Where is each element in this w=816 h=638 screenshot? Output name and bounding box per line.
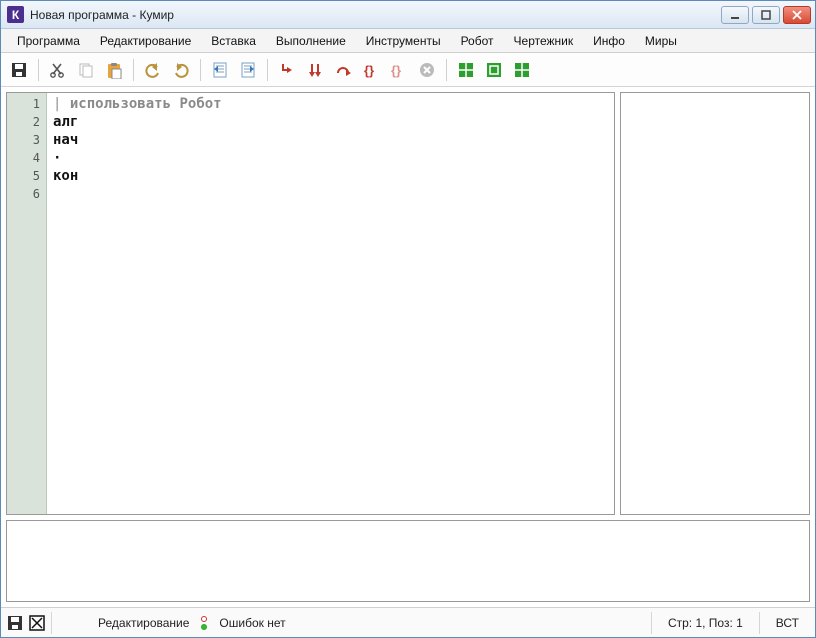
step-button[interactable] (303, 58, 327, 82)
cancel-icon[interactable] (29, 615, 45, 631)
paste-button[interactable] (102, 58, 126, 82)
menu-worlds[interactable]: Миры (635, 29, 687, 52)
separator (267, 59, 268, 81)
indent-left-button[interactable] (208, 58, 232, 82)
save-button[interactable] (7, 58, 31, 82)
gutter-line: 2 (7, 113, 46, 131)
run-to-line-button[interactable] (275, 58, 299, 82)
titlebar: К Новая программа - Кумир (1, 1, 815, 29)
menu-program[interactable]: Программа (7, 29, 90, 52)
gutter-line: 5 (7, 167, 46, 185)
step-out-button[interactable]: {} (387, 58, 411, 82)
separator (133, 59, 134, 81)
window-title: Новая программа - Кумир (30, 8, 721, 22)
separator (38, 59, 39, 81)
red-dot-icon (201, 616, 207, 622)
menu-run[interactable]: Выполнение (266, 29, 356, 52)
status-mode: Редактирование (98, 616, 189, 630)
statusbar: Редактирование Ошибок нет Стр: 1, Поз: 1… (1, 607, 815, 637)
separator (51, 612, 52, 634)
redo-button[interactable] (169, 58, 193, 82)
menu-insert[interactable]: Вставка (201, 29, 266, 52)
gutter: 123456 (7, 93, 47, 514)
separator (759, 612, 760, 634)
gutter-line: 3 (7, 131, 46, 149)
copy-button[interactable] (74, 58, 98, 82)
status-insert: ВСТ (766, 616, 809, 630)
save-icon[interactable] (7, 615, 23, 631)
code-line[interactable] (53, 185, 608, 203)
cut-button[interactable] (46, 58, 70, 82)
maximize-button[interactable] (752, 6, 780, 24)
app-icon: К (7, 6, 24, 23)
menu-robot[interactable]: Робот (451, 29, 504, 52)
code-line[interactable]: кон (53, 167, 608, 185)
svg-text:{}: {} (391, 63, 401, 78)
gutter-line: 1 (7, 95, 46, 113)
status-errors: Ошибок нет (219, 616, 285, 630)
separator (651, 612, 652, 634)
code-line[interactable]: алг (53, 113, 608, 131)
status-position: Стр: 1, Поз: 1 (658, 616, 753, 630)
step-into-button[interactable]: {} (359, 58, 383, 82)
workspace: 123456 | использовать Роботалгнач·кон (1, 87, 815, 607)
editor-row: 123456 | использовать Роботалгнач·кон (6, 92, 810, 515)
code-line[interactable]: нач (53, 131, 608, 149)
close-button[interactable] (783, 6, 811, 24)
green-dot-icon (201, 624, 207, 630)
stop-button[interactable] (415, 58, 439, 82)
window-controls (721, 6, 811, 24)
menu-draw[interactable]: Чертежник (504, 29, 584, 52)
grid-world-button[interactable] (454, 58, 478, 82)
grid-world2-button[interactable] (510, 58, 534, 82)
code-line[interactable]: · (53, 149, 608, 167)
code-area[interactable]: | использовать Роботалгнач·кон (47, 93, 614, 514)
side-panel[interactable] (620, 92, 810, 515)
undo-button[interactable] (141, 58, 165, 82)
separator (446, 59, 447, 81)
step-over-button[interactable] (331, 58, 355, 82)
window: К Новая программа - Кумир Программа Реда… (0, 0, 816, 638)
status-lights (197, 616, 211, 630)
menu-info[interactable]: Инфо (583, 29, 635, 52)
menu-edit[interactable]: Редактирование (90, 29, 201, 52)
gutter-line: 6 (7, 185, 46, 203)
minimize-button[interactable] (721, 6, 749, 24)
code-line[interactable]: | использовать Робот (53, 95, 608, 113)
svg-text:{}: {} (364, 63, 374, 78)
indent-right-button[interactable] (236, 58, 260, 82)
output-panel[interactable] (6, 520, 810, 602)
toolbar: {} {} (1, 53, 815, 87)
separator (200, 59, 201, 81)
square-world-button[interactable] (482, 58, 506, 82)
gutter-line: 4 (7, 149, 46, 167)
menubar: Программа Редактирование Вставка Выполне… (1, 29, 815, 53)
menu-tools[interactable]: Инструменты (356, 29, 451, 52)
code-editor[interactable]: 123456 | использовать Роботалгнач·кон (6, 92, 615, 515)
